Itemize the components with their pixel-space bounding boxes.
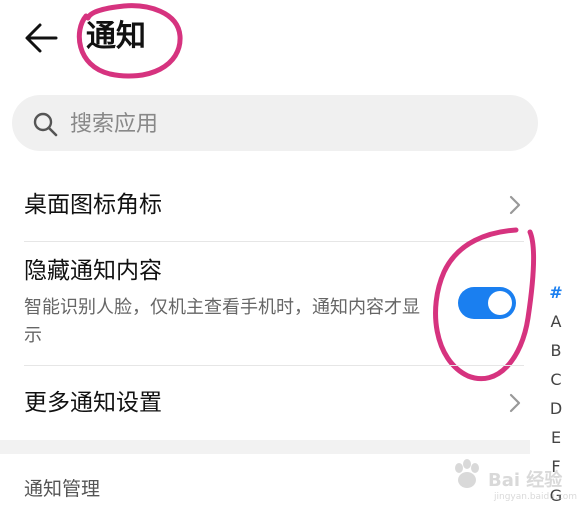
search-input[interactable] — [68, 103, 512, 145]
search-bar[interactable] — [12, 95, 538, 151]
alpha-index-d[interactable]: D — [540, 394, 572, 423]
arrow-left-icon[interactable] — [20, 16, 64, 60]
chevron-right-icon — [509, 195, 521, 215]
alpha-index-b[interactable]: B — [540, 336, 572, 365]
watermark-url: jingyan.baidu.com — [494, 492, 577, 502]
watermark-text: Bai 经验 — [488, 470, 563, 491]
row-title: 更多通知设置 — [24, 390, 162, 416]
row-description: 智能识别人脸，仅机主查看手机时，通知内容才显示 — [24, 297, 420, 346]
section-title-notification-management: 通知管理 — [24, 478, 101, 500]
alpha-index-hash[interactable]: # — [540, 278, 572, 307]
toggle-knob — [488, 291, 512, 315]
paw-icon — [455, 459, 479, 488]
alpha-index-a[interactable]: A — [540, 307, 572, 336]
row-more-notification-settings[interactable]: 更多通知设置 — [0, 366, 540, 440]
page-title: 通知 — [86, 19, 146, 54]
chevron-right-icon — [509, 393, 521, 413]
alpha-index-c[interactable]: C — [540, 365, 572, 394]
hide-content-toggle[interactable] — [458, 287, 516, 319]
search-icon — [33, 112, 58, 137]
watermark: Bai 经验 jingyan.baidu.com — [448, 452, 577, 508]
row-desktop-badge[interactable]: 桌面图标角标 — [0, 168, 540, 240]
alpha-index-e[interactable]: E — [540, 423, 572, 452]
row-title: 隐藏通知内容 — [24, 258, 162, 284]
row-title: 桌面图标角标 — [24, 192, 162, 218]
